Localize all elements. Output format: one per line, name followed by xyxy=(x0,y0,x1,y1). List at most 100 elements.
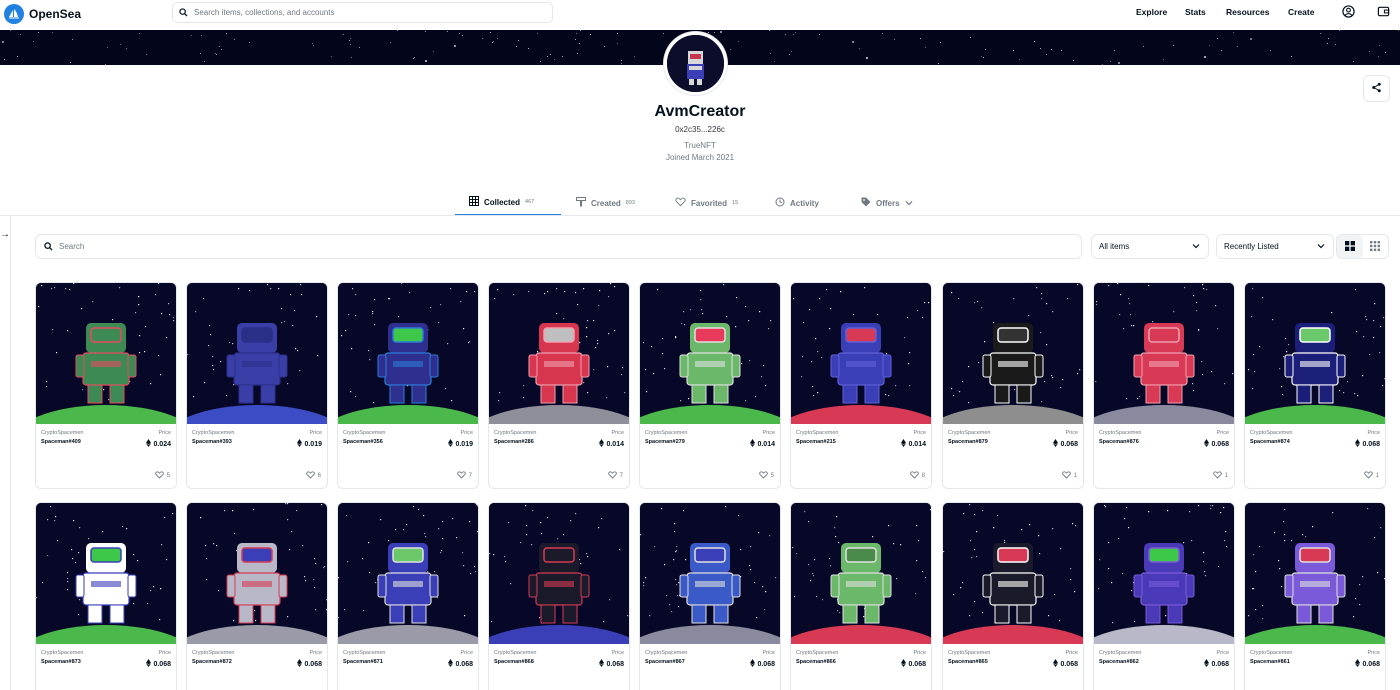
nft-price-value: 0.014 xyxy=(757,440,775,448)
card-footer: 1 xyxy=(1245,448,1385,488)
nft-image[interactable] xyxy=(791,283,931,424)
price-label: Price xyxy=(1216,650,1229,656)
favorite-button[interactable]: 7 xyxy=(607,471,623,481)
nft-image[interactable] xyxy=(338,503,478,644)
search-icon xyxy=(44,238,53,256)
nft-card[interactable]: CryptoSpacemen Spaceman#862 Price 0.068 xyxy=(1093,502,1235,690)
wallet-address[interactable]: 0x2c35...226c xyxy=(0,125,1400,134)
collection-name: CryptoSpacemen xyxy=(494,430,537,436)
nft-card[interactable]: CryptoSpacemen Spaceman#409 Price 0.024 5 xyxy=(35,282,177,489)
collection-name: CryptoSpacemen xyxy=(645,650,688,656)
nft-image[interactable] xyxy=(1094,503,1234,644)
nft-image[interactable] xyxy=(36,503,176,644)
nft-price-value: 0.068 xyxy=(1211,660,1229,668)
tab-activity[interactable]: Activity xyxy=(775,190,819,216)
nft-card[interactable]: CryptoSpacemen Spaceman#286 Price 0.014 7 xyxy=(488,282,630,489)
account-icon[interactable] xyxy=(1342,5,1355,23)
nft-name: Spaceman#409 xyxy=(41,439,81,445)
nft-image[interactable] xyxy=(791,503,931,644)
card-footer xyxy=(489,668,629,690)
heart-icon xyxy=(607,471,617,481)
favorite-button[interactable]: 1 xyxy=(1212,471,1228,481)
nft-image[interactable] xyxy=(1245,283,1385,424)
nft-card[interactable]: CryptoSpacemen Spaceman#874 Price 0.068 1 xyxy=(1244,282,1386,489)
nft-card[interactable]: CryptoSpacemen Spaceman#215 Price 0.014 8 xyxy=(790,282,932,489)
nft-card[interactable]: CryptoSpacemen Spaceman#867 Price 0.068 xyxy=(639,502,781,690)
large-grid-button[interactable] xyxy=(1337,235,1363,258)
nft-image[interactable] xyxy=(338,283,478,424)
joined-date: Joined March 2021 xyxy=(665,153,735,162)
nft-card[interactable]: CryptoSpacemen Spaceman#279 Price 0.014 5 xyxy=(639,282,781,489)
nft-card[interactable]: CryptoSpacemen Spaceman#866 Price 0.068 xyxy=(790,502,932,690)
heart-icon xyxy=(909,471,919,481)
nav-explore[interactable]: Explore xyxy=(1136,7,1167,17)
nft-image[interactable] xyxy=(489,503,629,644)
nft-card[interactable]: CryptoSpacemen Spaceman#868 Price 0.068 xyxy=(488,502,630,690)
nft-image[interactable] xyxy=(640,283,780,424)
heart-icon xyxy=(1363,471,1373,481)
favorite-button[interactable]: 7 xyxy=(456,471,472,481)
nft-card[interactable]: CryptoSpacemen Spaceman#871 Price 0.068 xyxy=(337,502,479,690)
wallet-icon[interactable] xyxy=(1377,5,1390,23)
nft-image[interactable] xyxy=(1094,283,1234,424)
nft-price-value: 0.014 xyxy=(606,440,624,448)
favorite-button[interactable]: 6 xyxy=(305,471,321,481)
nft-name: Spaceman#861 xyxy=(1250,659,1290,665)
favorite-button[interactable]: 1 xyxy=(1363,471,1379,481)
price-label: Price xyxy=(460,430,473,436)
nft-card[interactable]: CryptoSpacemen Spaceman#861 Price 0.068 xyxy=(1244,502,1386,690)
tab-favorited[interactable]: Favorited 15 xyxy=(675,190,738,216)
nft-name: Spaceman#393 xyxy=(192,439,232,445)
nft-image[interactable] xyxy=(943,283,1083,424)
favorite-button[interactable]: 5 xyxy=(758,471,774,481)
collection-name: CryptoSpacemen xyxy=(796,430,839,436)
nav-resources[interactable]: Resources xyxy=(1226,7,1269,17)
nav-stats[interactable]: Stats xyxy=(1185,7,1206,17)
nft-card[interactable]: CryptoSpacemen Spaceman#872 Price 0.068 xyxy=(186,502,328,690)
nft-card[interactable]: CryptoSpacemen Spaceman#876 Price 0.068 1 xyxy=(1093,282,1235,489)
expand-filters-icon[interactable]: → xyxy=(0,229,10,240)
global-search-input[interactable] xyxy=(194,8,530,17)
nft-card[interactable]: CryptoSpacemen Spaceman#873 Price 0.068 xyxy=(35,502,177,690)
small-grid-button[interactable] xyxy=(1363,235,1389,258)
global-search[interactable] xyxy=(172,2,553,23)
nft-image[interactable] xyxy=(36,283,176,424)
grid-icon xyxy=(469,196,479,208)
card-footer: 7 xyxy=(338,448,478,488)
nft-name: Spaceman#215 xyxy=(796,439,836,445)
tab-collected[interactable]: Collected 467 xyxy=(455,190,561,216)
nft-image[interactable] xyxy=(943,503,1083,644)
tab-created[interactable]: Created 893 xyxy=(576,190,635,216)
items-filter-select[interactable]: All items xyxy=(1091,234,1209,259)
nft-name: Spaceman#286 xyxy=(494,439,534,445)
nft-price-value: 0.068 xyxy=(1211,440,1229,448)
nft-card[interactable]: CryptoSpacemen Spaceman#356 Price 0.019 7 xyxy=(337,282,479,489)
small-grid-icon xyxy=(1370,238,1381,256)
nft-card[interactable]: CryptoSpacemen Spaceman#879 Price 0.068 1 xyxy=(942,282,1084,489)
nft-image[interactable] xyxy=(1245,503,1385,644)
sort-select[interactable]: Recently Listed xyxy=(1216,234,1334,259)
share-button[interactable] xyxy=(1363,75,1390,102)
collection-name: CryptoSpacemen xyxy=(1250,430,1293,436)
nav-create[interactable]: Create xyxy=(1288,7,1314,17)
tab-offers[interactable]: Offers xyxy=(861,190,913,216)
nft-image[interactable] xyxy=(187,283,327,424)
nft-image[interactable] xyxy=(489,283,629,424)
nft-image[interactable] xyxy=(640,503,780,644)
price-label: Price xyxy=(309,650,322,656)
nft-price-value: 0.068 xyxy=(757,660,775,668)
price-label: Price xyxy=(762,650,775,656)
nft-card[interactable]: CryptoSpacemen Spaceman#865 Price 0.068 xyxy=(942,502,1084,690)
large-grid-icon xyxy=(1344,238,1355,256)
favorite-count: 7 xyxy=(619,473,623,479)
nft-image[interactable] xyxy=(187,503,327,644)
items-search-input[interactable] xyxy=(59,242,993,251)
items-search[interactable] xyxy=(35,234,1082,259)
nft-name: Spaceman#862 xyxy=(1099,659,1139,665)
favorite-button[interactable]: 1 xyxy=(1061,471,1077,481)
nft-card[interactable]: CryptoSpacemen Spaceman#393 Price 0.019 6 xyxy=(186,282,328,489)
opensea-logo[interactable]: OpenSea xyxy=(4,4,81,24)
card-footer: 5 xyxy=(36,448,176,488)
favorite-button[interactable]: 5 xyxy=(154,471,170,481)
favorite-button[interactable]: 8 xyxy=(909,471,925,481)
